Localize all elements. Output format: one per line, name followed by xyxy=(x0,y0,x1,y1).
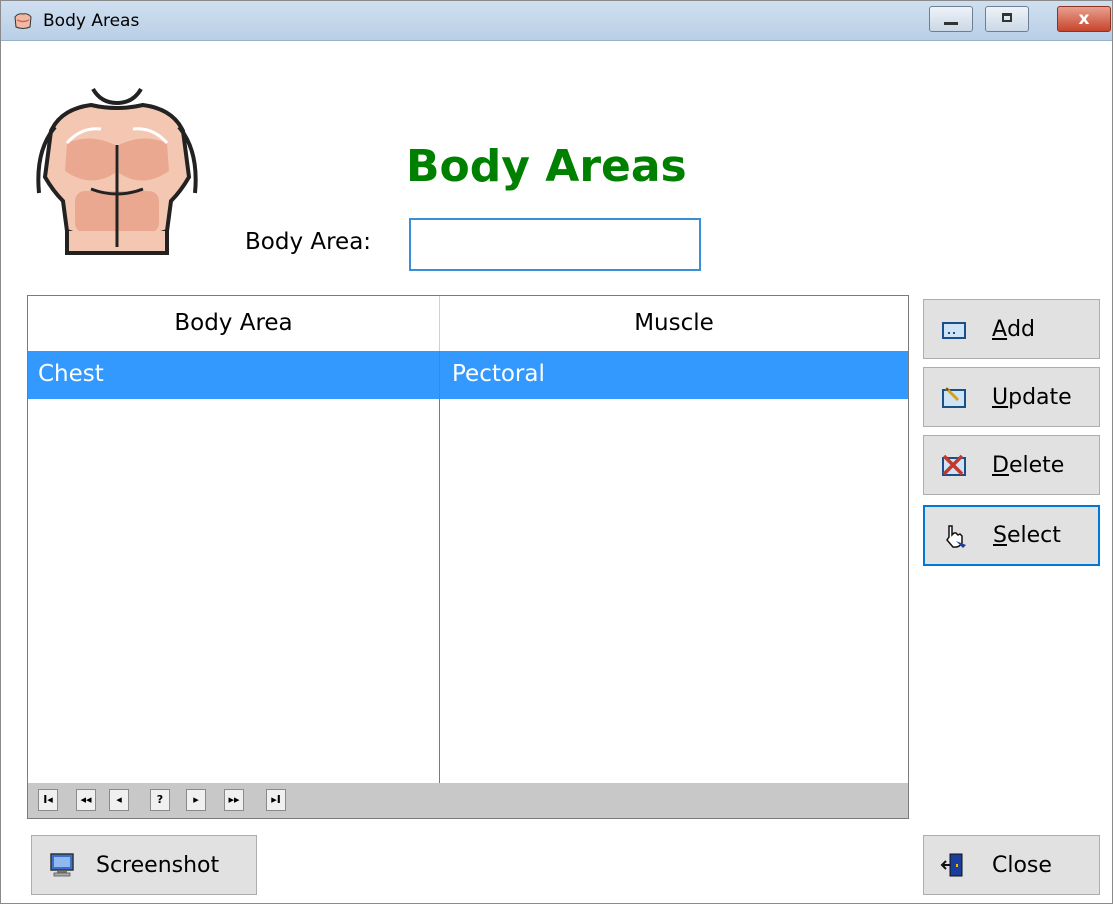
close-label: Close xyxy=(992,852,1052,878)
cell-muscle[interactable]: Pectoral xyxy=(440,351,908,399)
window-title: Body Areas xyxy=(43,11,140,31)
screenshot-button[interactable]: Screenshot xyxy=(31,835,257,895)
cell-body-area[interactable]: Chest xyxy=(28,351,440,399)
body-area-label: Body Area: xyxy=(245,229,372,255)
search-record-button[interactable]: ? xyxy=(150,789,170,811)
grid-header: Body Area Muscle xyxy=(28,296,908,351)
close-icon: x xyxy=(1078,9,1090,29)
delete-icon xyxy=(942,454,966,476)
maximize-button[interactable] xyxy=(985,6,1029,32)
maximize-icon xyxy=(1002,13,1012,22)
select-button[interactable]: Select xyxy=(923,505,1100,566)
add-mnemonic: A xyxy=(992,316,1008,342)
torso-muscles-icon xyxy=(36,87,198,255)
delete-label: elete xyxy=(1008,452,1065,478)
update-icon xyxy=(942,386,966,408)
column-header-muscle[interactable]: Muscle xyxy=(440,296,908,351)
table-row[interactable]: Chest Pectoral xyxy=(28,351,908,399)
body-areas-window: Body Areas x Body Areas Body Area: Body … xyxy=(0,0,1113,904)
monitor-icon xyxy=(50,853,74,877)
last-page-button[interactable]: ▸I xyxy=(266,789,286,811)
close-window-button[interactable]: x xyxy=(1057,6,1111,32)
update-mnemonic: U xyxy=(992,384,1009,410)
body-area-input[interactable] xyxy=(409,218,701,271)
add-button[interactable]: Add xyxy=(923,299,1100,359)
page-heading: Body Areas xyxy=(406,141,687,192)
body-areas-grid[interactable]: Body Area Muscle Chest Pectoral I◂ ◂◂ ◂ … xyxy=(27,295,909,819)
minimize-button[interactable] xyxy=(929,6,973,32)
next-page-button[interactable]: ▸▸ xyxy=(224,789,244,811)
add-label: dd xyxy=(1007,316,1035,342)
screenshot-label: Screenshot xyxy=(96,852,220,878)
update-button[interactable]: Update xyxy=(923,367,1100,427)
exit-door-icon xyxy=(940,853,963,877)
first-page-button[interactable]: I◂ xyxy=(38,789,58,811)
torso-icon xyxy=(14,13,32,29)
minimize-icon xyxy=(944,22,958,25)
column-header-body-area[interactable]: Body Area xyxy=(28,296,440,351)
close-button[interactable]: Close xyxy=(923,835,1100,895)
title-bar[interactable]: Body Areas x xyxy=(1,1,1112,41)
grid-navigator: I◂ ◂◂ ◂ ? ▸ ▸▸ ▸I xyxy=(28,783,908,818)
prev-page-button[interactable]: ◂◂ xyxy=(76,789,96,811)
prev-record-button[interactable]: ◂ xyxy=(109,789,129,811)
delete-mnemonic: D xyxy=(992,452,1009,478)
update-label: pdate xyxy=(1008,384,1072,410)
hand-pointer-icon xyxy=(946,524,966,548)
select-mnemonic: S xyxy=(993,523,1007,548)
column-divider xyxy=(439,351,440,783)
select-label: elect xyxy=(1006,523,1061,548)
delete-button[interactable]: Delete xyxy=(923,435,1100,495)
add-icon xyxy=(942,322,966,339)
next-record-button[interactable]: ▸ xyxy=(186,789,206,811)
